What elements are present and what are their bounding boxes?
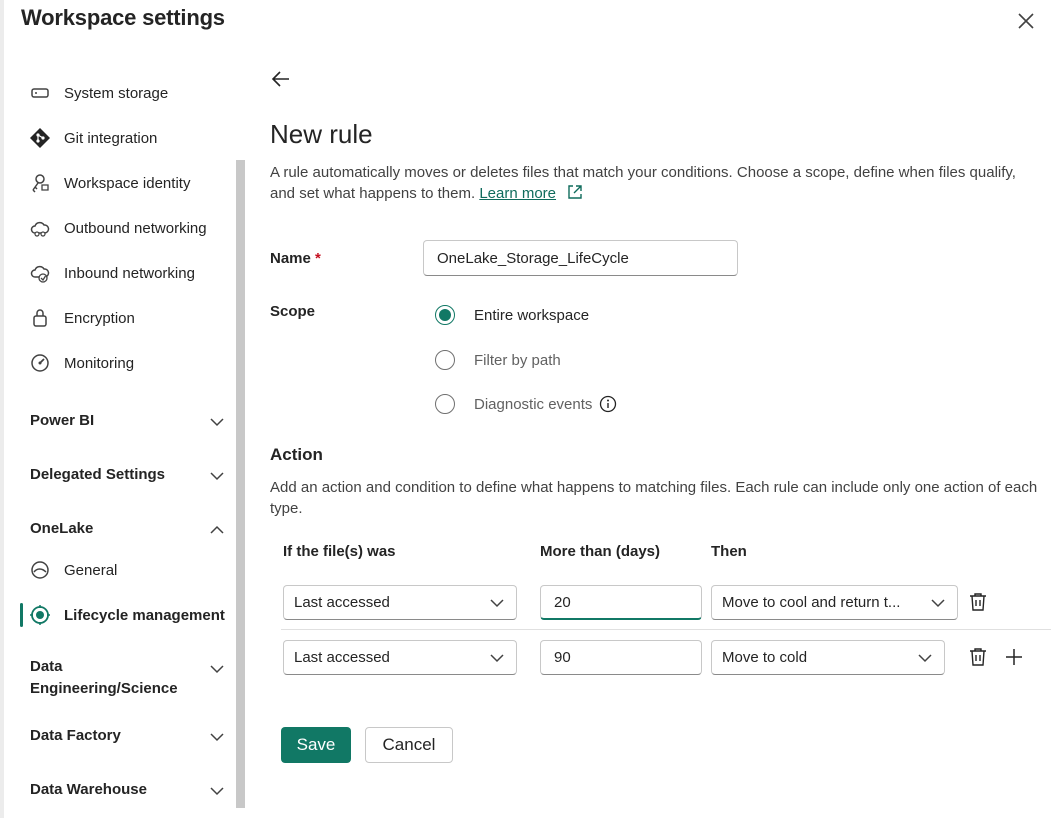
condition-dropdown[interactable]: Last accessed	[283, 640, 517, 675]
name-label-text: Name	[270, 250, 311, 267]
sidebar-scrollbar[interactable]	[236, 160, 245, 808]
days-input[interactable]	[540, 640, 702, 675]
action-heading: Action	[270, 445, 323, 464]
sidebar-item-workspace-identity[interactable]: Workspace identity	[28, 168, 190, 198]
dropdown-value: Last accessed	[294, 649, 390, 666]
chevron-down-icon	[918, 653, 932, 662]
group-label: Data Factory	[30, 727, 121, 744]
chevron-down-icon	[490, 598, 504, 607]
dialog-title: Workspace settings	[21, 5, 225, 30]
column-header-condition: If the file(s) was	[283, 543, 396, 560]
row-divider	[281, 629, 1051, 630]
dropdown-value: Move to cool and return t...	[722, 594, 901, 611]
condition-dropdown[interactable]: Last accessed	[283, 585, 517, 620]
delete-icon[interactable]	[967, 646, 989, 668]
cloud-inbound-icon	[28, 261, 52, 285]
chevron-up-icon	[210, 525, 224, 534]
days-input[interactable]	[540, 585, 702, 620]
info-icon[interactable]	[599, 395, 617, 413]
sidebar-group-data-factory[interactable]: Data Factory	[30, 727, 226, 746]
rule-description: A rule automatically moves or deletes fi…	[270, 162, 1030, 204]
group-label: Data Engineering/Science	[30, 656, 178, 700]
radio-circle[interactable]	[435, 394, 455, 414]
column-header-then: Then	[711, 543, 747, 560]
then-dropdown[interactable]: Move to cool and return t...	[711, 585, 958, 620]
back-arrow-icon[interactable]	[270, 68, 292, 90]
sidebar-item-label: Lifecycle management	[64, 606, 225, 624]
sidebar-item-system-storage[interactable]: System storage	[28, 78, 168, 108]
chevron-down-icon	[931, 598, 945, 607]
rule-editor: New rule A rule automatically moves or d…	[248, 0, 1051, 818]
radio-label: Diagnostic events	[474, 395, 593, 413]
settings-sidebar: System storage Git integration Workspace…	[0, 50, 246, 818]
cloud-outbound-icon	[28, 216, 52, 240]
sidebar-item-git-integration[interactable]: Git integration	[28, 123, 157, 153]
git-icon	[28, 126, 52, 150]
chevron-down-icon	[210, 787, 224, 796]
sidebar-item-lifecycle-management[interactable]: Lifecycle management	[28, 600, 225, 630]
group-label-line2: Engineering/Science	[30, 680, 178, 697]
scope-radio-filter-by-path[interactable]: Filter by path	[435, 350, 561, 370]
scope-radio-entire-workspace[interactable]: Entire workspace	[435, 305, 589, 325]
then-dropdown[interactable]: Move to cold	[711, 640, 945, 675]
scope-radio-diagnostic-events[interactable]: Diagnostic events	[435, 394, 617, 414]
sidebar-item-label: Workspace identity	[64, 174, 191, 192]
chevron-down-icon	[210, 733, 224, 742]
sidebar-item-onelake-general[interactable]: General	[28, 555, 117, 585]
group-label-line1: Data	[30, 658, 63, 675]
add-icon[interactable]	[1003, 646, 1025, 668]
sidebar-item-label: System storage	[64, 84, 169, 102]
sidebar-group-data-warehouse[interactable]: Data Warehouse	[30, 781, 226, 800]
identity-key-icon	[28, 171, 52, 195]
sidebar-item-encryption[interactable]: Encryption	[28, 303, 135, 333]
save-button[interactable]: Save	[281, 727, 351, 763]
group-label: Data Warehouse	[30, 781, 147, 798]
onelake-icon	[28, 558, 52, 582]
lifecycle-icon	[28, 603, 52, 627]
group-label: Delegated Settings	[30, 466, 166, 483]
delete-icon[interactable]	[967, 591, 989, 613]
sidebar-group-power-bi[interactable]: Power BI	[30, 412, 226, 431]
chevron-down-icon	[210, 418, 224, 427]
action-description: Add an action and condition to define wh…	[270, 479, 1038, 517]
sidebar-item-label: Inbound networking	[64, 264, 195, 282]
radio-label: Filter by path	[474, 351, 561, 369]
scope-label: Scope	[270, 303, 316, 320]
dropdown-value: Move to cold	[722, 649, 808, 666]
sidebar-item-monitoring[interactable]: Monitoring	[28, 348, 134, 378]
group-label: Power BI	[30, 412, 95, 429]
sidebar-item-label: Git integration	[64, 129, 158, 147]
sidebar-item-outbound-networking[interactable]: Outbound networking	[28, 213, 207, 243]
cancel-button[interactable]: Cancel	[365, 727, 453, 763]
sidebar-item-inbound-networking[interactable]: Inbound networking	[28, 258, 195, 288]
sidebar-item-label: Monitoring	[64, 354, 135, 372]
page-title: New rule	[270, 119, 373, 149]
external-link-icon[interactable]	[566, 183, 584, 201]
sidebar-group-onelake[interactable]: OneLake	[30, 520, 226, 539]
required-asterisk: *	[315, 250, 321, 267]
chevron-down-icon	[210, 665, 224, 674]
column-header-days: More than (days)	[540, 543, 661, 560]
lock-icon	[28, 306, 52, 330]
radio-circle[interactable]	[435, 350, 455, 370]
chevron-down-icon	[210, 472, 224, 481]
sidebar-item-label: Outbound networking	[64, 219, 207, 237]
group-label: OneLake	[30, 520, 94, 537]
dropdown-value: Last accessed	[294, 594, 390, 611]
sidebar-group-data-engineering[interactable]: Data Engineering/Science	[30, 656, 226, 700]
chevron-down-icon	[490, 653, 504, 662]
name-label: Name *	[270, 250, 321, 267]
gauge-icon	[28, 351, 52, 375]
sidebar-group-delegated-settings[interactable]: Delegated Settings	[30, 466, 226, 485]
active-indicator	[20, 603, 23, 627]
sidebar-item-label: General	[64, 561, 118, 579]
description-text: A rule automatically moves or deletes fi…	[270, 164, 1016, 202]
rule-name-input[interactable]	[423, 240, 738, 276]
radio-label: Entire workspace	[474, 306, 590, 324]
learn-more-link[interactable]: Learn more	[479, 185, 556, 202]
sidebar-item-label: Encryption	[64, 309, 135, 327]
storage-icon	[28, 81, 52, 105]
radio-circle[interactable]	[435, 305, 455, 325]
